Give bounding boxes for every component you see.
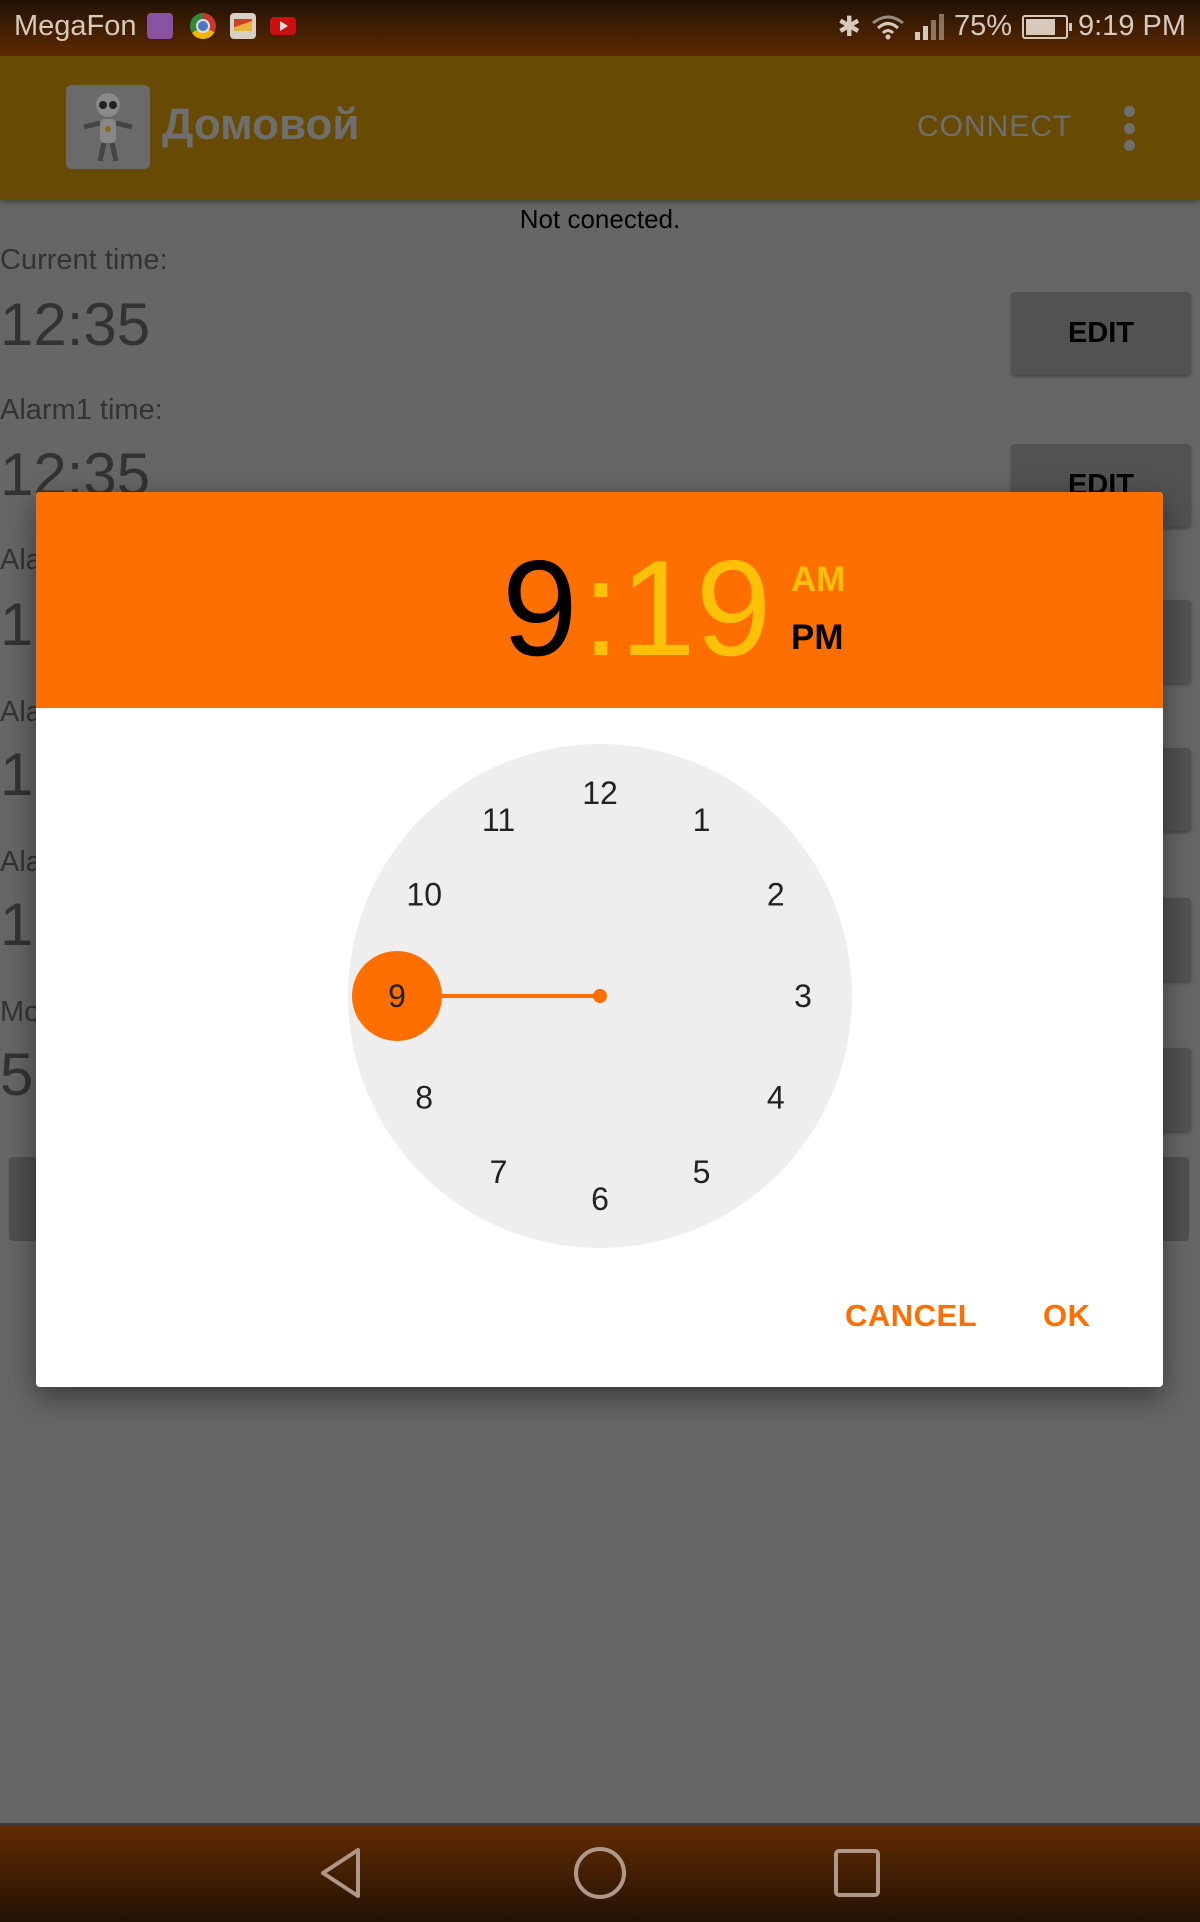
am-toggle[interactable]: AM (791, 560, 845, 600)
cancel-button[interactable]: CANCEL (845, 1298, 977, 1334)
clock-number-4[interactable]: 4 (767, 1080, 785, 1116)
ok-button[interactable]: OK (1043, 1298, 1091, 1334)
connection-status: Not conected. (519, 204, 681, 234)
recents-icon[interactable] (832, 1845, 882, 1901)
youtube-icon (270, 17, 296, 35)
status-bar: MegaFon ✱ 75% 9:19 PM (0, 0, 1200, 56)
wifi-icon (872, 15, 904, 39)
robot-logo-icon (66, 85, 150, 169)
clock-dial[interactable]: 121234567891011 (348, 744, 852, 1248)
clock-number-1[interactable]: 1 (693, 802, 711, 838)
row-value: 1 (0, 891, 34, 958)
clock-center-dot (593, 989, 607, 1003)
row-label: Current time: (0, 244, 168, 276)
bluetooth-icon: ✱ (837, 11, 861, 42)
battery-percent: 75% (953, 10, 1012, 42)
connect-button[interactable]: CONNECT (917, 110, 1072, 144)
navigation-bar (0, 1823, 1200, 1922)
carrier-name: MegaFon (14, 10, 137, 42)
clock-number-5[interactable]: 5 (693, 1154, 711, 1190)
clock-number-3[interactable]: 3 (794, 978, 812, 1014)
row-value: 5 (0, 1041, 34, 1108)
app-title: Домовой (162, 100, 360, 149)
time-picker-header: 9 : 19 AM PM (36, 492, 1163, 708)
row-value: 12:35 (0, 291, 151, 358)
row-value: 1 (0, 591, 34, 658)
edit-current-time-button[interactable]: EDIT (1011, 292, 1191, 375)
clock-number-6[interactable]: 6 (591, 1181, 609, 1217)
gallery-icon (147, 13, 173, 39)
clock-time: 9:19 PM (1078, 10, 1186, 42)
signal-icon (914, 13, 944, 40)
clock-number-2[interactable]: 2 (767, 877, 785, 913)
more-vert-icon[interactable] (1122, 106, 1136, 151)
minute-display[interactable]: 19 (620, 530, 771, 686)
home-icon[interactable] (572, 1845, 628, 1901)
row-value: 1 (0, 741, 34, 808)
hour-display[interactable]: 9 (502, 530, 578, 686)
app-bar: Домовой CONNECT (0, 56, 1200, 199)
battery-icon (1022, 14, 1072, 39)
chrome-icon (190, 13, 216, 39)
clock-number-8[interactable]: 8 (415, 1080, 433, 1116)
clock-number-11[interactable]: 11 (482, 802, 515, 838)
time-picker-dialog: 9 : 19 AM PM 12 1 2 3 4 5 6 7 8 9 10 11 CANCEL OK (36, 492, 1163, 1387)
row-label: Alarm1 time: (0, 394, 163, 426)
time-separator: : (582, 532, 620, 684)
row-label: Mo (0, 996, 41, 1028)
clock-number-9[interactable]: 9 (388, 978, 406, 1014)
clock-number-12[interactable]: 12 (582, 775, 618, 811)
back-icon[interactable] (318, 1845, 368, 1901)
clock-number-7[interactable]: 7 (490, 1154, 508, 1190)
pm-toggle[interactable]: PM (791, 618, 844, 658)
clock-number-10[interactable]: 10 (406, 877, 442, 913)
mail-icon (230, 13, 256, 39)
